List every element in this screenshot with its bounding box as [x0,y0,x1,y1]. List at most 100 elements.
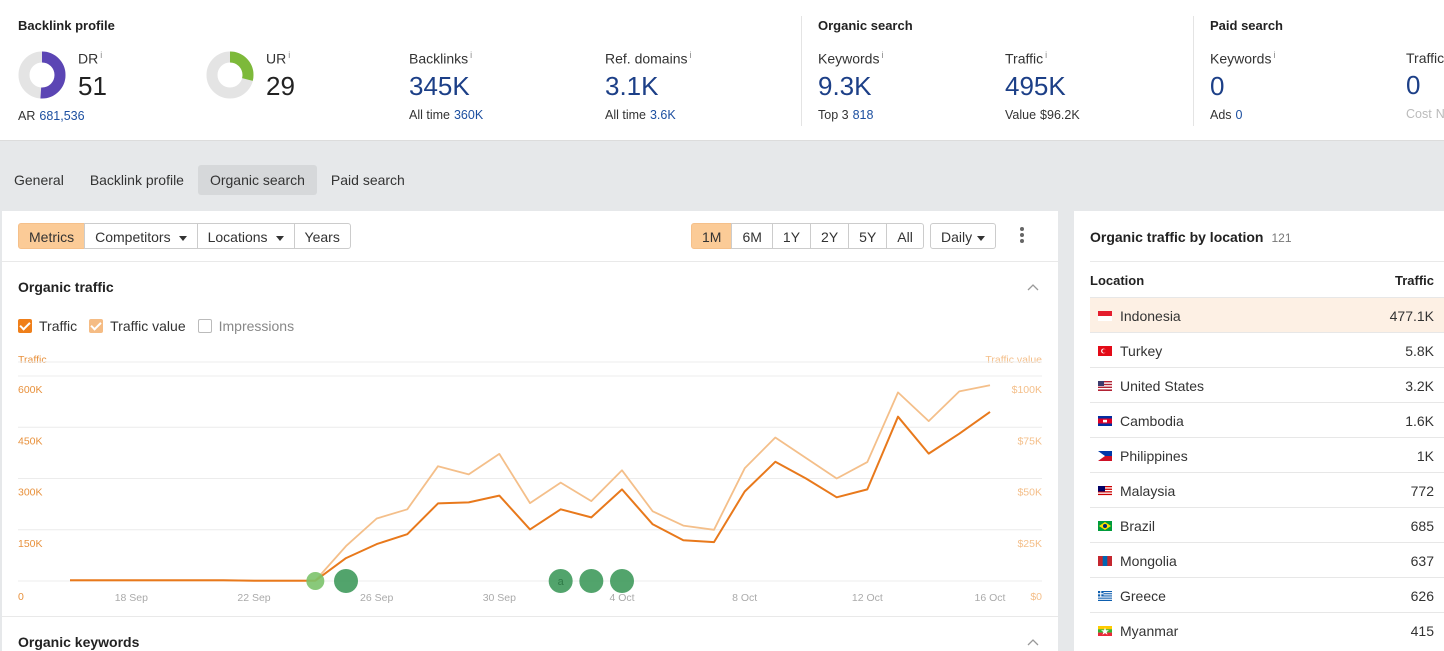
y-axis-title: Traffic [18,354,47,366]
backlinks-all-time[interactable]: 360K [454,108,483,122]
flag-us-icon [1098,381,1112,391]
traffic-value-amount: $96.2K [1040,108,1080,122]
divider [801,16,802,126]
location-name[interactable]: Mongolia [1120,553,1177,569]
table-row[interactable]: Cambodia 1.6K [1090,402,1444,437]
ref-domains-metric: Ref. domainsi 3.1K All time 3.6K [605,50,691,122]
location-traffic: 1K [1417,448,1434,464]
y2-tick-label: $100K [1012,384,1042,396]
summary-bar: Backlink profile DRi 51 AR681,536 URi 29… [0,0,1444,141]
location-name[interactable]: Brazil [1120,518,1155,534]
x-tick-label: 16 Oct [975,592,1006,604]
annotation-marker[interactable] [306,572,324,590]
info-icon[interactable]: i [100,50,102,60]
location-name[interactable]: Turkey [1120,343,1162,359]
top3-label: Top 3 [818,108,849,122]
annotation-marker[interactable] [579,569,603,593]
y-tick-label: 600K [18,384,43,396]
info-icon[interactable]: i [881,50,883,60]
flag-gr-icon [1098,591,1112,601]
info-icon[interactable]: i [288,50,290,60]
flag-mn-icon [1098,556,1112,566]
annotation-marker[interactable] [610,569,634,593]
top3-value[interactable]: 818 [853,108,874,122]
locations-count: 121 [1271,231,1291,245]
backlinks-value[interactable]: 345K [409,71,483,101]
tab-organic-search[interactable]: Organic search [198,165,317,195]
organic-keywords-title: Organic keywords [18,634,139,650]
table-row[interactable]: Brazil685 [1090,507,1444,542]
y-tick-label: 0 [18,591,24,603]
dr-metric: DRi 51 [78,50,107,101]
series-line-traffic[interactable] [70,412,990,581]
info-icon[interactable]: i [470,50,472,60]
flag-id-icon [1098,311,1112,321]
locations-title-text: Organic traffic by location [1090,229,1263,245]
location-traffic: 637 [1411,553,1434,569]
flag-tr-icon [1098,346,1112,356]
locations-title: Organic traffic by location 121 [1090,229,1292,245]
y2-tick-label: $0 [1030,591,1042,603]
info-icon[interactable]: i [1045,50,1047,60]
series-line-traffic-value[interactable] [70,385,990,580]
ref-domains-all-time[interactable]: 3.6K [650,108,676,122]
tab-general[interactable]: General [2,165,76,195]
dr-value: 51 [78,71,107,101]
organic-keywords-metric: Keywordsi 9.3K Top 3 818 [818,50,883,122]
paid-keywords-metric: Keywordsi 0 Ads0 [1210,50,1275,122]
cost-label: Cost [1406,107,1432,121]
location-name[interactable]: Malaysia [1120,483,1175,499]
location-traffic: 772 [1411,483,1434,499]
paid-traffic-metric: Traffic 0 CostN [1406,50,1444,121]
table-row[interactable]: Greece 626 [1090,577,1444,612]
tab-paid-search[interactable]: Paid search [319,165,417,195]
table-row[interactable]: United States3.2K [1090,367,1444,402]
chevron-up-icon[interactable] [1026,635,1040,649]
table-row[interactable]: Myanmar415 [1090,612,1444,647]
location-name[interactable]: Cambodia [1120,413,1184,429]
column-traffic[interactable]: Traffic [1395,273,1434,288]
divider [1090,261,1444,262]
paid-traffic-value[interactable]: 0 [1406,70,1444,100]
location-traffic: 1.6K [1405,413,1434,429]
organic-traffic-chart[interactable]: Traffic Traffic value 0$0150K$25K300K$50… [2,211,1058,611]
annotation-marker[interactable] [334,569,358,593]
ref-domains-label: Ref. domains [605,51,687,67]
y-tick-label: 450K [18,435,43,447]
divider [2,616,1058,617]
x-tick-label: 18 Sep [115,592,148,604]
ar-value[interactable]: 681,536 [39,109,84,123]
tab-backlink-profile[interactable]: Backlink profile [78,165,196,195]
paid-keywords-value[interactable]: 0 [1210,71,1275,101]
location-name[interactable]: Greece [1120,588,1166,604]
location-traffic: 626 [1411,588,1434,604]
location-name[interactable]: Myanmar [1120,623,1178,639]
ref-domains-sub-label: All time [605,108,646,122]
locations-table: Indonesia477.1K Turkey 5.8K United States3.… [1090,297,1444,647]
table-row[interactable]: Indonesia477.1K [1090,297,1444,332]
dr-label: DR [78,51,98,67]
dr-ring-icon [17,50,67,100]
table-row[interactable]: Malaysia 772 [1090,472,1444,507]
location-name[interactable]: Philippines [1120,448,1188,464]
organic-keywords-value[interactable]: 9.3K [818,71,883,101]
ur-metric: URi 29 [266,50,295,101]
table-row[interactable]: Philippines 1K [1090,437,1444,472]
ref-domains-value[interactable]: 3.1K [605,71,691,101]
info-icon[interactable]: i [689,50,691,60]
location-name[interactable]: United States [1120,378,1204,394]
divider [1193,16,1194,126]
location-name[interactable]: Indonesia [1120,308,1181,324]
organic-keywords-label: Keywords [818,51,879,67]
flag-kh-icon [1098,416,1112,426]
ads-value[interactable]: 0 [1236,108,1243,122]
info-icon[interactable]: i [1273,50,1275,60]
traffic-by-location-panel: Organic traffic by location121 Location … [1074,211,1444,651]
table-row[interactable]: Mongolia 637 [1090,542,1444,577]
x-tick-label: 30 Sep [483,592,516,604]
annotation-label: a [558,576,565,588]
column-location[interactable]: Location [1090,273,1144,288]
organic-traffic-value[interactable]: 495K [1005,71,1080,101]
table-row[interactable]: Turkey 5.8K [1090,332,1444,367]
location-traffic: 5.8K [1405,343,1434,359]
